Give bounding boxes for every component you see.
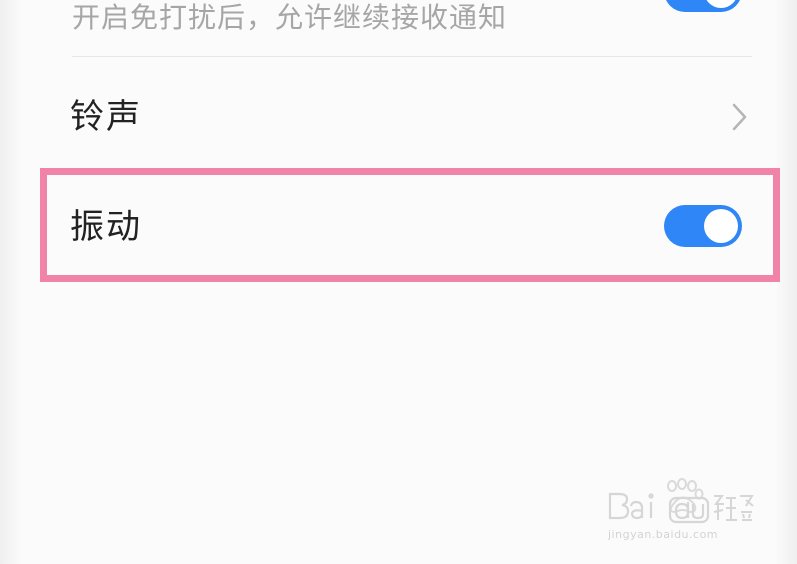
dnd-notify-toggle[interactable] — [664, 0, 742, 12]
toggle-knob — [704, 0, 738, 8]
dnd-notify-subtitle: 开启免打扰后，允许继续接收通知 — [72, 1, 508, 34]
baidu-jingyan-watermark: jingyan.baidu.com — [606, 478, 766, 548]
settings-screen: 开启免打扰后，允许继续接收通知 铃声 振动 jingyan.baidu.com — [0, 0, 797, 564]
ringtone-label: 铃声 — [70, 97, 142, 137]
ringtone-row[interactable]: 铃声 — [0, 57, 797, 169]
baidu-watermark-logo — [608, 478, 754, 524]
chevron-right-icon — [732, 103, 747, 131]
watermark-url: jingyan.baidu.com — [608, 528, 719, 541]
highlight-annotation-frame — [40, 168, 780, 282]
